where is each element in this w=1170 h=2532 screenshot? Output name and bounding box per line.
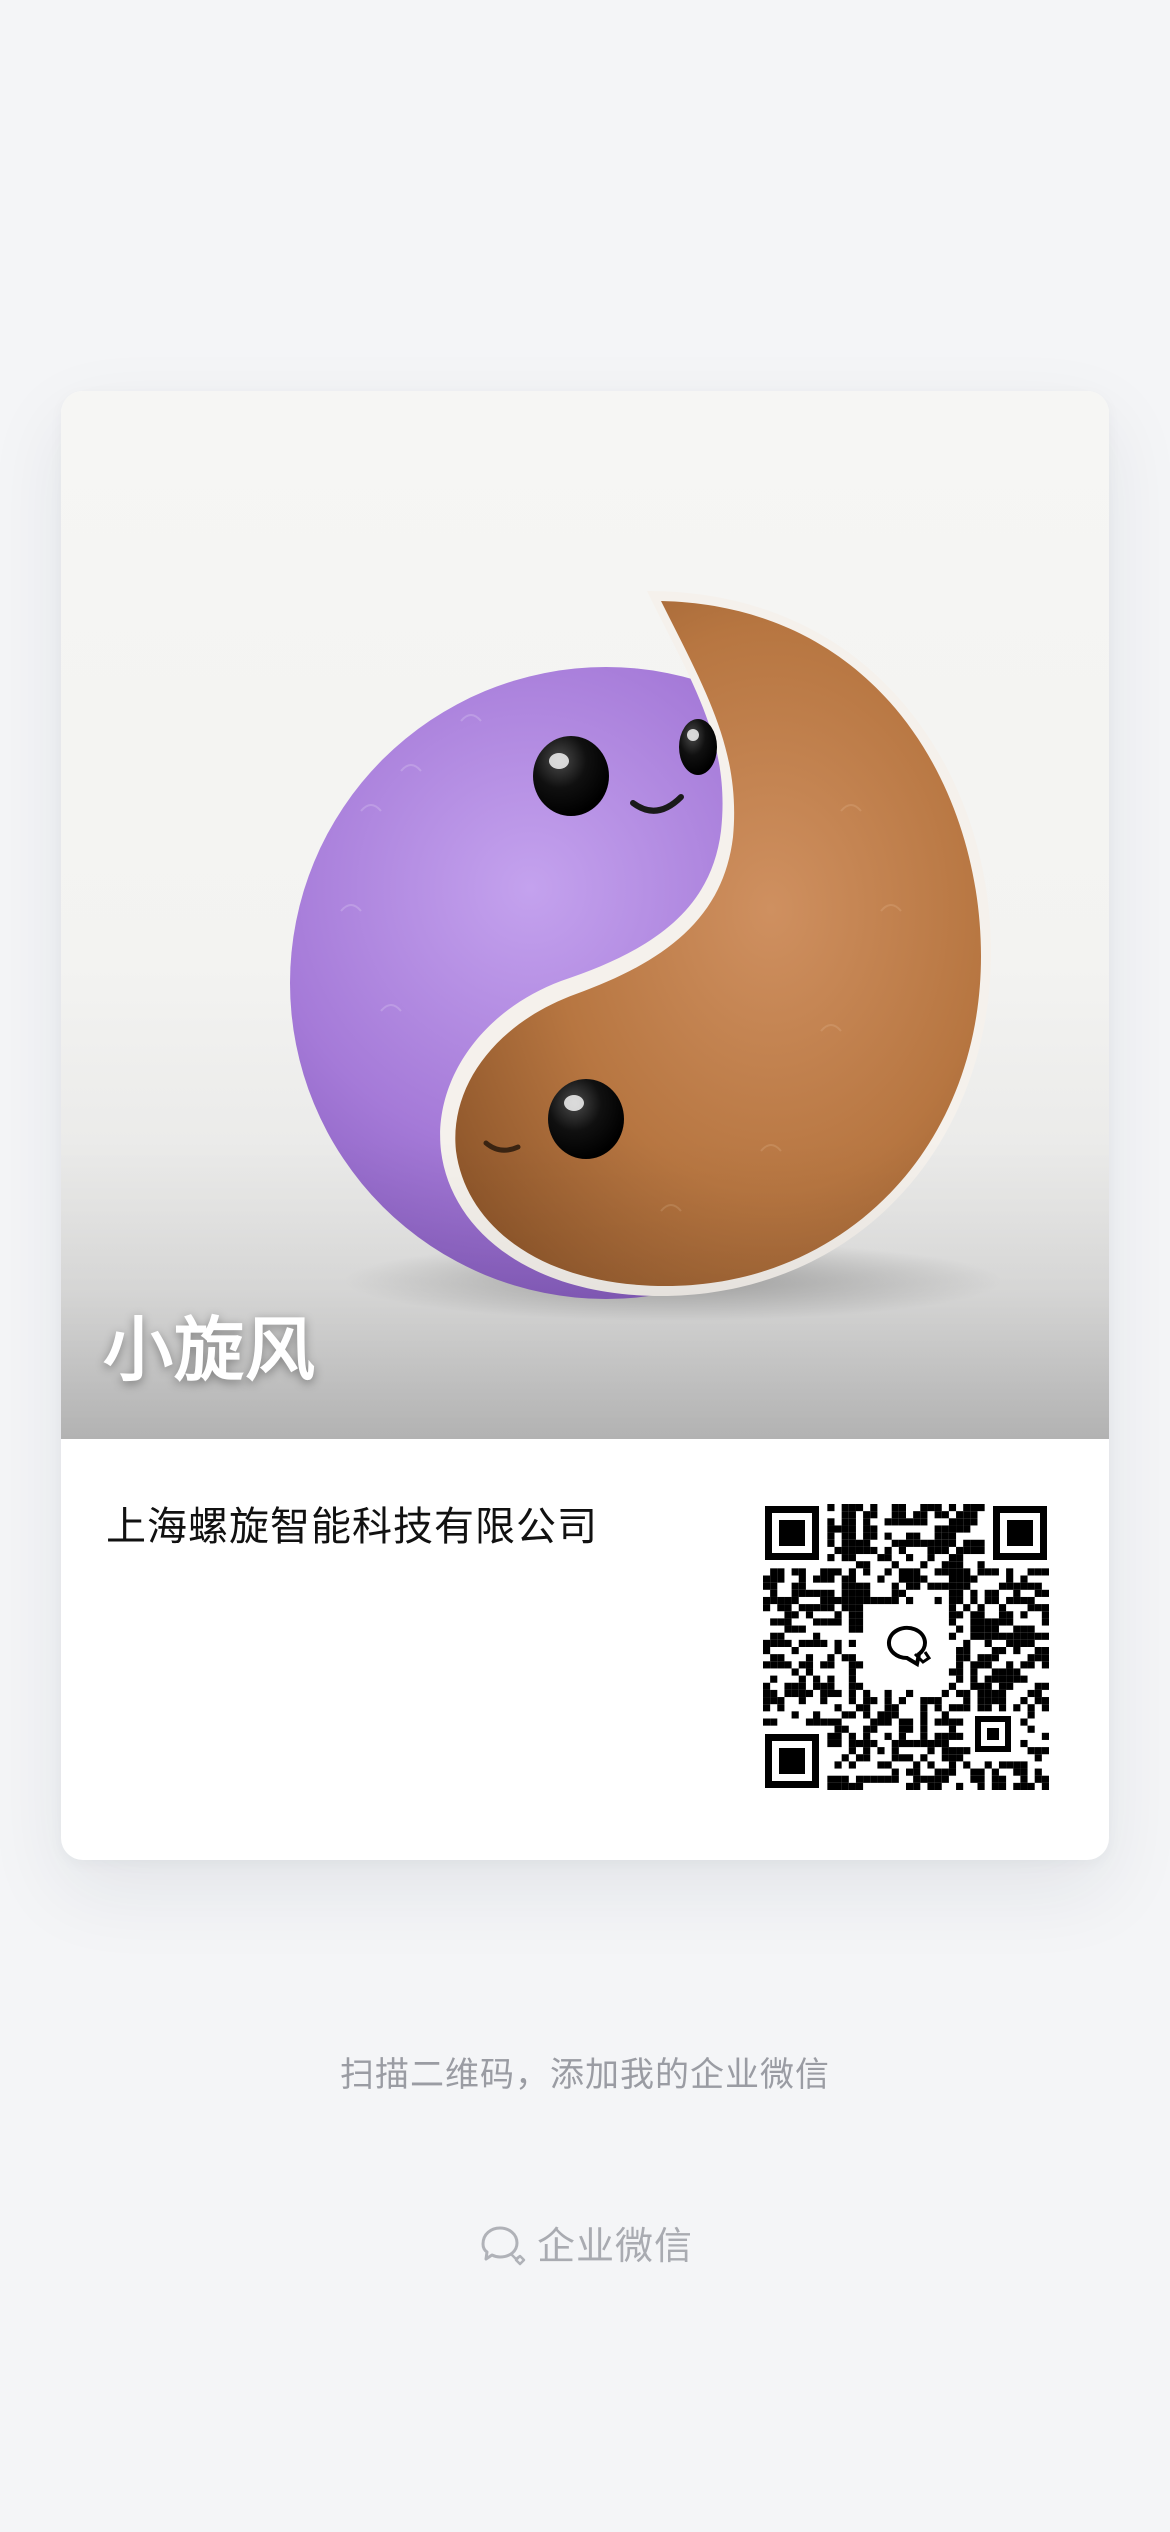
scan-hint-text: 扫描二维码，添加我的企业微信 [340, 2055, 830, 2095]
nickname-label: 小旋风 [103, 1309, 316, 1391]
wecom-icon [481, 2226, 526, 2266]
wecom-label: 企业微信 [536, 2224, 693, 2268]
wecom-brand: 企业微信 [0, 2220, 1170, 2272]
contact-card: 小旋风 上海螺旋智能科技有限公司 [61, 391, 1109, 1860]
photo-gradient-overlay [61, 1139, 1109, 1439]
company-name: 上海螺旋智能科技有限公司 [106, 1504, 598, 1550]
qr-center-logo-icon [870, 1611, 942, 1683]
profile-photo: 小旋风 [61, 391, 1109, 1439]
qr-code[interactable] [763, 1504, 1049, 1790]
contact-card-page: 小旋风 上海螺旋智能科技有限公司 扫描二维码，添加我的企业微信 企业微信 [0, 0, 1170, 2532]
